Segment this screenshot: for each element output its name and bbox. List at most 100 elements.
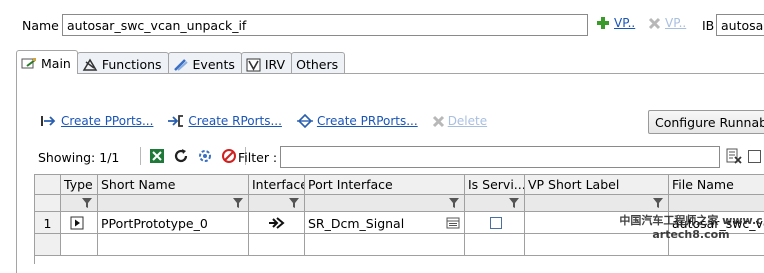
row-index: 1 <box>35 212 61 234</box>
filter-cell-vp-short-label[interactable] <box>525 195 669 212</box>
funnel-icon[interactable] <box>232 197 244 209</box>
tab-irv-label: IRV <box>264 57 286 72</box>
remove-variation-point-button[interactable]: VP.. <box>648 16 686 30</box>
row-short-name[interactable]: PPortPrototype_0 <box>98 212 249 234</box>
create-prports-action[interactable]: Create PRPorts... <box>296 114 418 128</box>
add-icon <box>597 17 609 29</box>
ib-field[interactable]: autosar <box>716 14 764 36</box>
empty-row-index <box>35 234 61 256</box>
functions-icon <box>82 58 98 71</box>
browse-icon[interactable] <box>446 217 460 229</box>
column-header-vp-short-label[interactable]: VP Short Label <box>525 175 669 195</box>
remove-vp-link[interactable]: VP.. <box>665 16 686 30</box>
funnel-icon[interactable] <box>81 197 93 209</box>
create-rports-link[interactable]: Create RPorts... <box>188 114 282 128</box>
empty-cell <box>305 234 465 256</box>
create-rports-action[interactable]: Create RPorts... <box>167 114 282 128</box>
filter-label: Filter : <box>238 150 278 165</box>
name-label: Name <box>22 18 59 33</box>
delete-link[interactable]: Delete <box>448 114 487 128</box>
filter-cell-is-service[interactable] <box>465 195 525 212</box>
row-port-interface[interactable]: SR_Dcm_Signal <box>305 212 465 234</box>
name-field[interactable]: autosar_swc_vcan_unpack_if <box>62 14 588 36</box>
filter-cell-port-interface[interactable] <box>305 195 465 212</box>
table-row[interactable]: 1 PPortPrototype_0 SR_Dcm_Signal autosar… <box>35 212 764 234</box>
create-pports-action[interactable]: Create PPorts... <box>40 114 153 128</box>
filter-cell-short-name[interactable] <box>98 195 249 212</box>
tab-events[interactable]: Events <box>167 52 242 74</box>
clear-filter-icon[interactable] <box>726 148 742 164</box>
filter-input[interactable] <box>280 146 720 168</box>
tab-divider <box>16 73 764 74</box>
table-toolbar <box>140 147 246 165</box>
funnel-icon[interactable] <box>508 197 520 209</box>
empty-cell <box>61 234 98 256</box>
table-filter-row <box>35 195 764 212</box>
delete-action[interactable]: Delete <box>432 114 487 128</box>
tab-main-label: Main <box>41 56 71 71</box>
empty-cell <box>465 234 525 256</box>
row-type-cell[interactable] <box>61 212 98 234</box>
row-port-interface-value: SR_Dcm_Signal <box>308 216 405 231</box>
toolbar-separator <box>140 147 141 165</box>
column-header-port-interface[interactable]: Port Interface <box>305 175 465 195</box>
empty-cell <box>525 234 669 256</box>
tab-functions[interactable]: Functions <box>76 52 169 74</box>
events-icon <box>173 58 188 71</box>
filter-cell-interface[interactable] <box>249 195 305 212</box>
main-tab-icon <box>21 57 36 68</box>
funnel-icon[interactable] <box>288 197 300 209</box>
row-interface-cell[interactable] <box>249 212 305 234</box>
tab-others-label: Others <box>296 57 339 72</box>
delete-icon <box>648 17 661 29</box>
add-vp-link[interactable]: VP.. <box>614 16 635 30</box>
create-prports-link[interactable]: Create PRPorts... <box>317 114 418 128</box>
column-header-type[interactable]: Type <box>61 175 98 195</box>
showing-count: Showing: 1/1 <box>38 150 120 165</box>
sender-receiver-icon <box>268 217 285 229</box>
filter-cell-file-name[interactable] <box>669 195 764 212</box>
funnel-icon[interactable] <box>652 197 664 209</box>
tab-irv[interactable]: IRV <box>240 52 293 74</box>
empty-cell <box>249 234 305 256</box>
row-file-name[interactable]: autosar_swc_vca <box>669 212 764 234</box>
editor-tabs: Main Functions Events IRV Others <box>16 50 346 74</box>
rport-create-icon <box>168 115 184 127</box>
prport-create-icon <box>296 114 313 128</box>
column-header-short-name[interactable]: Short Name <box>98 175 249 195</box>
funnel-icon[interactable] <box>448 197 460 209</box>
configure-runnables-button[interactable]: Configure Runnables <box>648 110 764 134</box>
filter-cell-index <box>35 195 61 212</box>
empty-cell <box>669 234 764 256</box>
filter-cell-type[interactable] <box>61 195 98 212</box>
table-header: Type Short Name Interface Port Interface… <box>35 175 764 195</box>
tab-main[interactable]: Main <box>16 50 78 74</box>
filter-checkbox[interactable] <box>748 150 761 163</box>
panel-border <box>16 73 17 273</box>
settings-icon[interactable] <box>197 148 213 164</box>
table-empty-row <box>35 234 764 256</box>
refresh-icon[interactable] <box>173 148 189 164</box>
is-service-checkbox[interactable] <box>490 217 502 229</box>
column-header-file-name[interactable]: File Name <box>669 175 764 195</box>
column-header-interface[interactable]: Interface <box>249 175 305 195</box>
row-is-service-cell[interactable] <box>465 212 525 234</box>
column-header-is-service[interactable]: Is Servi... <box>465 175 525 195</box>
empty-cell <box>98 234 249 256</box>
ib-label: IB <box>702 18 715 33</box>
row-vp-short-label[interactable] <box>525 212 669 234</box>
delete-icon <box>432 115 444 127</box>
tab-functions-label: Functions <box>101 57 162 72</box>
pport-icon <box>70 216 84 230</box>
column-header-index <box>35 175 61 195</box>
disable-icon[interactable] <box>221 148 237 164</box>
excel-export-icon[interactable] <box>149 148 165 164</box>
port-actions: Create PPorts... Create RPorts... Create… <box>40 114 487 128</box>
create-pports-link[interactable]: Create PPorts... <box>61 114 153 128</box>
tab-events-label: Events <box>192 57 235 72</box>
tab-others[interactable]: Others <box>291 52 346 74</box>
irv-icon <box>246 58 261 71</box>
add-variation-point-button[interactable]: VP.. <box>596 16 635 30</box>
pport-create-icon <box>41 116 56 126</box>
ports-table: Type Short Name Interface Port Interface… <box>34 174 764 264</box>
